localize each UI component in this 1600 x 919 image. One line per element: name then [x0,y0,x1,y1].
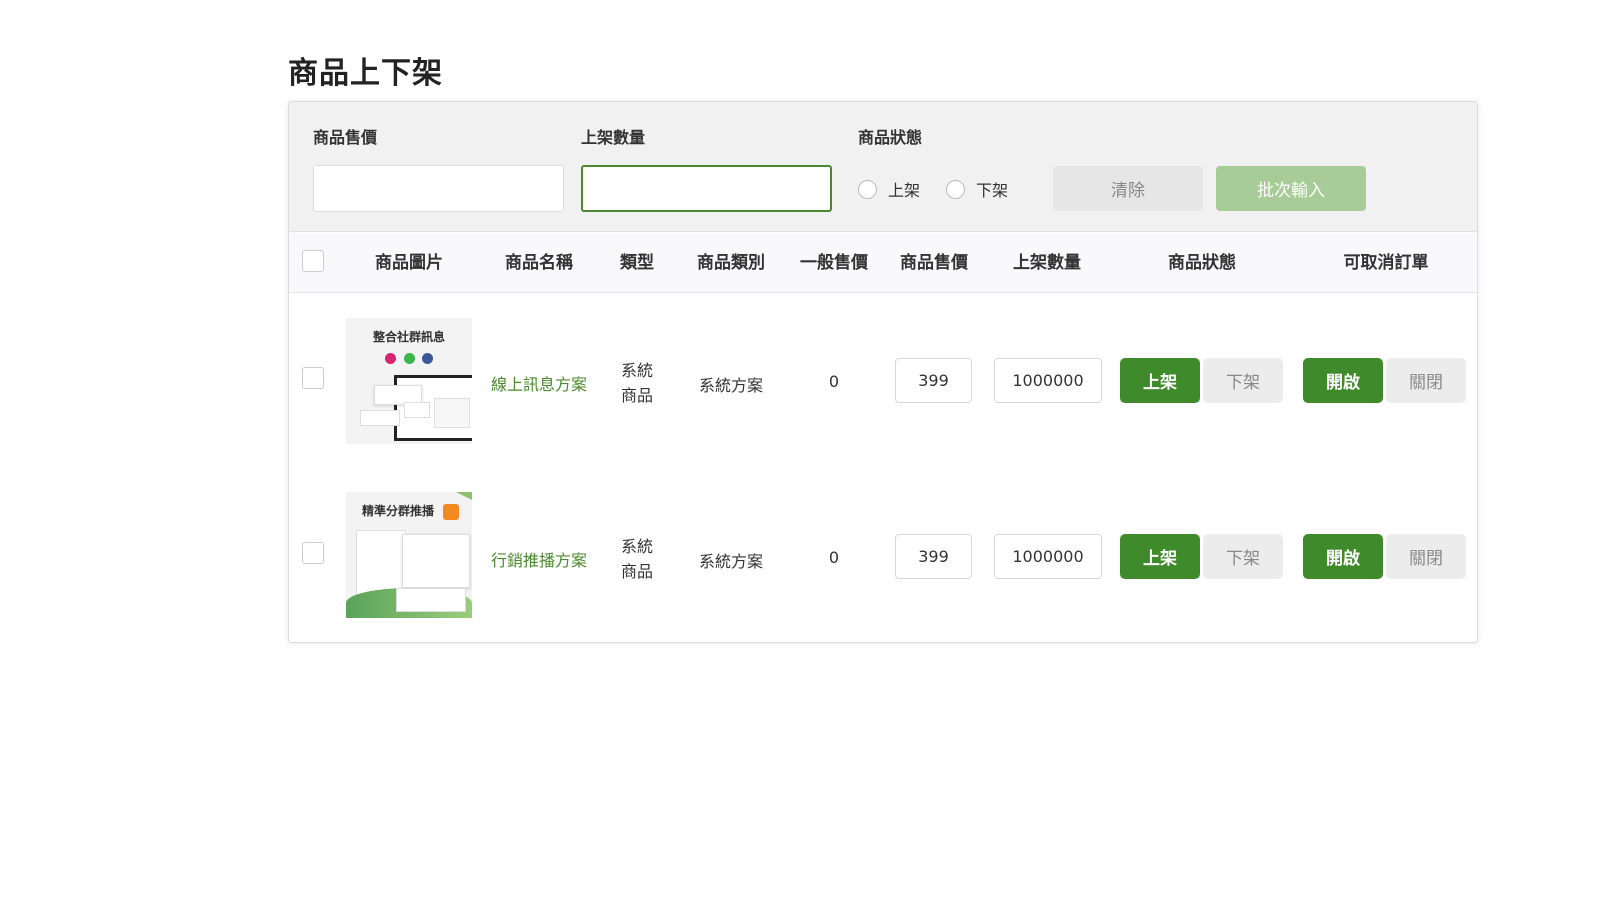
regular-price: 0 [828,372,840,391]
cancel-off-button[interactable]: 關閉 [1386,534,1466,579]
radio-circle[interactable] [946,179,965,199]
sale-price-input[interactable]: 399 [895,358,972,403]
price-label: 商品售價 [313,128,378,147]
line-icon [403,353,415,364]
status-on-button[interactable]: 上架 [1120,358,1200,403]
quantity-input[interactable]: 1000000 [994,534,1102,579]
megaphone-icon [443,504,459,520]
table-row: 整合社群訊息 線上訊息方案 系統商品 系統方案 0 399 1000000 上架… [289,294,1477,470]
cancel-on-button[interactable]: 開啟 [1303,534,1383,579]
chat-card-icon [404,402,430,418]
status-radio-on[interactable]: 上架 [858,177,920,201]
chat-card-icon [396,588,466,612]
social-icons [346,349,472,368]
facebook-icon [421,353,433,364]
row-checkbox[interactable] [302,542,324,564]
quantity-input[interactable] [581,165,832,212]
radio-label-off: 下架 [976,181,1009,200]
product-name-link[interactable]: 行銷推播方案 [491,547,587,571]
radio-circle[interactable] [858,179,877,199]
quantity-label: 上架數量 [581,128,646,147]
product-type: 系統商品 [620,361,653,405]
batch-filter-bar: 商品售價 上架數量 商品狀態 上架 下架 清除 批次輸入 [289,102,1477,232]
product-image-title: 精準分群推播 [362,504,435,518]
status-radio-off[interactable]: 下架 [946,177,1008,201]
status-off-button[interactable]: 下架 [1203,534,1283,579]
col-category: 商品類別 [697,253,765,273]
col-sale-price: 商品售價 [900,253,968,273]
col-quantity: 上架數量 [1013,253,1081,273]
regular-price: 0 [828,548,840,567]
chat-card-icon [360,410,400,426]
product-image-title: 整合社群訊息 [372,330,445,344]
col-cancelable: 可取消訂單 [1343,253,1429,273]
col-name: 商品名稱 [505,253,573,273]
price-input[interactable] [313,165,564,212]
sale-price-input[interactable]: 399 [895,534,972,579]
product-image: 精準分群推播 [346,492,472,618]
message-list-icon [434,398,470,428]
table-header: 商品圖片 商品名稱 類型 商品類別 一般售價 商品售價 上架數量 商品狀態 可取… [289,233,1477,293]
radio-label-on: 上架 [888,181,921,200]
product-panel: 商品售價 上架數量 商品狀態 上架 下架 清除 批次輸入 商品圖片 商品名稱 類… [288,101,1478,643]
product-type: 系統商品 [620,537,653,581]
clear-button[interactable]: 清除 [1053,166,1203,211]
product-name-link[interactable]: 線上訊息方案 [491,371,587,395]
product-category: 系統方案 [698,552,764,571]
product-category: 系統方案 [698,376,764,395]
batch-input-button[interactable]: 批次輸入 [1216,166,1366,211]
cancel-off-button[interactable]: 關閉 [1386,358,1466,403]
product-image: 整合社群訊息 [346,318,472,444]
page-title: 商品上下架 [288,56,443,91]
row-checkbox[interactable] [302,367,324,389]
col-image: 商品圖片 [375,253,443,273]
col-status: 商品狀態 [1168,253,1236,273]
instagram-icon [385,353,397,364]
form-card-icon [402,534,470,588]
col-regular-price: 一般售價 [800,253,868,273]
quantity-input[interactable]: 1000000 [994,358,1102,403]
status-label: 商品狀態 [858,128,923,147]
status-off-button[interactable]: 下架 [1203,358,1283,403]
cancel-on-button[interactable]: 開啟 [1303,358,1383,403]
col-type: 類型 [620,253,654,273]
table-row: 精準分群推播 行銷推播方案 系統商品 系統方案 0 399 1000000 上架… [289,470,1477,642]
select-all-checkbox[interactable] [302,250,324,272]
status-on-button[interactable]: 上架 [1120,534,1200,579]
corner-decoration-icon [456,492,472,500]
